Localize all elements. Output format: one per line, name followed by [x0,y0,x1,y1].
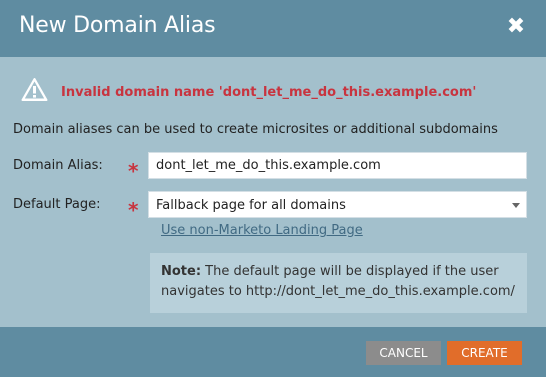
required-marker: * [128,198,139,222]
chevron-down-icon [512,203,520,208]
domain-alias-label: Domain Alias: [13,158,103,173]
cancel-button[interactable]: CANCEL [366,341,441,365]
warning-icon [21,78,48,101]
note-text: The default page will be displayed if th… [161,264,515,299]
dialog-title: New Domain Alias [19,13,216,38]
default-page-select[interactable]: Fallback page for all domains [148,191,527,218]
description-text: Domain aliases can be used to create mic… [13,122,498,137]
note-prefix: Note: [161,264,202,279]
error-message: Invalid domain name 'dont_let_me_do_this… [61,85,477,100]
dialog-body: Invalid domain name 'dont_let_me_do_this… [0,57,546,327]
note-box: Note: The default page will be displayed… [150,253,527,313]
dialog-header: New Domain Alias ✖ [0,0,546,57]
create-button[interactable]: CREATE [447,341,522,365]
close-icon[interactable]: ✖ [506,16,526,38]
domain-alias-input[interactable] [148,152,527,179]
default-page-selected: Fallback page for all domains [156,198,346,213]
dialog-footer: CANCEL CREATE [0,327,546,377]
default-page-label: Default Page: [13,197,101,212]
required-marker: * [128,159,139,183]
non-marketo-landing-page-link[interactable]: Use non-Marketo Landing Page [161,223,363,238]
